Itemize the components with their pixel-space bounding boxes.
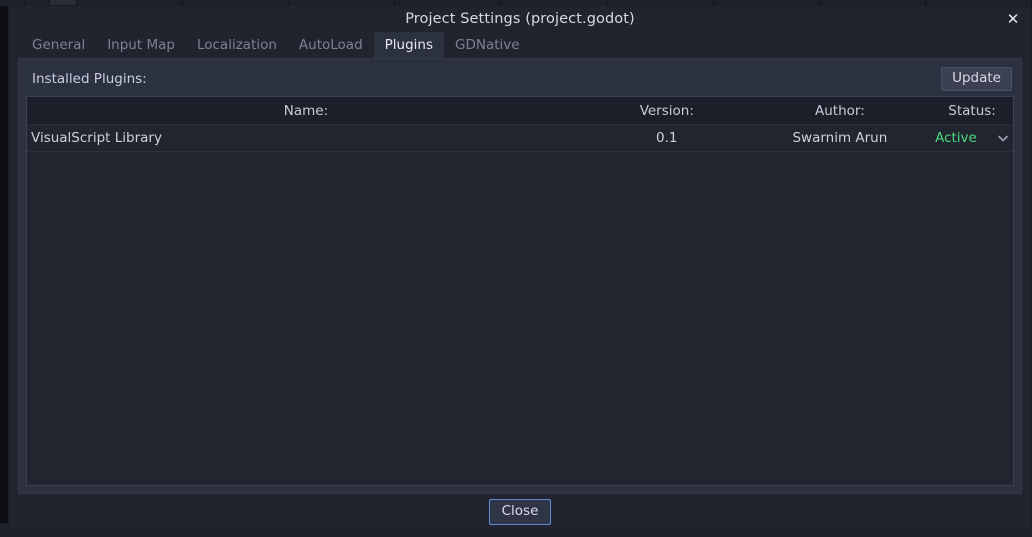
status-badge: Active [935,130,977,146]
update-button[interactable]: Update [941,67,1012,91]
plugins-panel-header: Installed Plugins: Update [26,65,1014,93]
plugins-list: Name: Version: Author: Status: VisualScr… [26,96,1014,486]
dialog-title: Project Settings (project.godot) [405,11,635,27]
tab-gdnative[interactable]: GDNative [444,32,531,58]
settings-tab-bar: General Input Map Localization AutoLoad … [9,32,1031,58]
table-row[interactable]: VisualScript Library 0.1 Swarnim Arun Ac… [27,125,1013,152]
editor-left-gutter [0,6,8,523]
plugins-panel: Installed Plugins: Update Name: Version:… [18,58,1022,494]
tab-plugins[interactable]: Plugins [373,32,445,58]
column-header-status[interactable]: Status: [931,103,1013,119]
plugin-version: 0.1 [656,130,678,146]
tab-input-map[interactable]: Input Map [96,32,186,58]
chevron-down-icon[interactable] [997,132,1009,144]
tab-localization[interactable]: Localization [186,32,288,58]
column-header-version[interactable]: Version: [585,103,749,119]
plugins-list-body: VisualScript Library 0.1 Swarnim Arun Ac… [27,125,1013,485]
tab-general[interactable]: General [21,32,96,58]
close-x-icon[interactable]: ✕ [1003,9,1023,29]
dialog-footer: Close [9,494,1031,530]
column-header-author[interactable]: Author: [749,103,931,119]
dialog-title-bar[interactable]: Project Settings (project.godot) ✕ [9,6,1031,32]
plugin-status-cell[interactable]: Active [931,130,1013,146]
plugin-author: Swarnim Arun [792,130,888,146]
tab-autoload[interactable]: AutoLoad [288,32,374,58]
plugin-name: VisualScript Library [31,130,162,146]
column-header-name[interactable]: Name: [27,103,585,119]
close-button[interactable]: Close [488,499,552,525]
project-settings-dialog: Project Settings (project.godot) ✕ Gener… [8,5,1032,531]
plugins-list-header: Name: Version: Author: Status: [27,97,1013,125]
installed-plugins-label: Installed Plugins: [32,71,147,87]
